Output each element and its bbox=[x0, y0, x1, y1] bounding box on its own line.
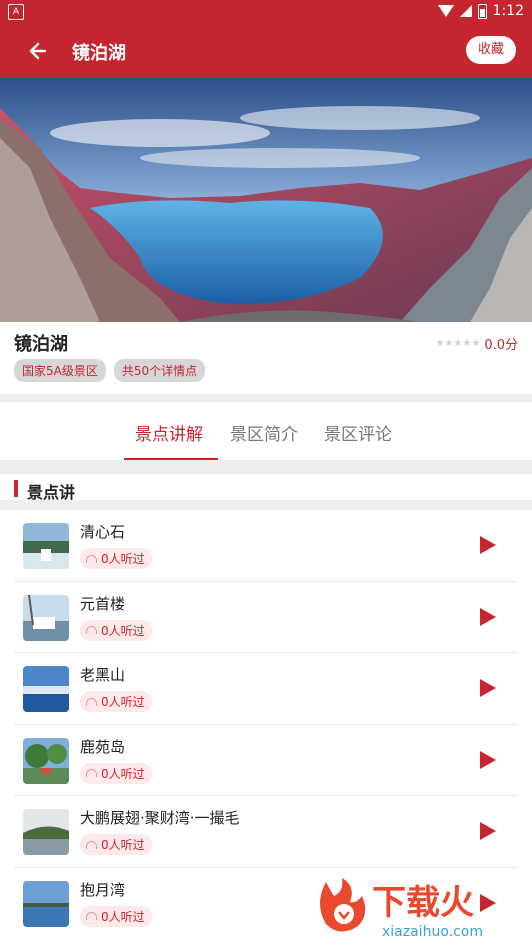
list-item[interactable]: 鹿苑岛 0人听过 bbox=[0, 725, 532, 796]
headphone-icon bbox=[86, 769, 97, 777]
status-icons: 1:12 bbox=[437, 3, 524, 19]
item-name: 清心石 bbox=[80, 523, 126, 541]
favorite-button[interactable]: 收藏 bbox=[466, 36, 516, 64]
list-item[interactable]: 清心石 0人听过 bbox=[0, 510, 532, 582]
spot-info: 镜泊湖 ★★★★★ 0.0分 国家5A级景区 共50个详情点 bbox=[0, 322, 532, 394]
listen-count-badge: 0人听过 bbox=[80, 619, 152, 641]
listen-count: 0人听过 bbox=[101, 695, 145, 709]
list-item[interactable]: 元首楼 0人听过 bbox=[0, 582, 532, 653]
play-icon[interactable] bbox=[480, 607, 496, 626]
rating-score: 0.0分 bbox=[484, 338, 518, 353]
tag-level: 国家5A级景区 bbox=[14, 359, 106, 382]
listen-count: 0人听过 bbox=[101, 909, 145, 924]
page-title: 镜泊湖 bbox=[72, 43, 126, 64]
status-time: 1:12 bbox=[492, 3, 524, 19]
play-icon[interactable] bbox=[480, 536, 496, 554]
listen-count-badge: 0人听过 bbox=[80, 691, 152, 712]
listen-count-badge: 0人听过 bbox=[80, 905, 152, 927]
thumbnail-image bbox=[23, 809, 69, 855]
headphone-icon bbox=[86, 697, 97, 706]
hero-image bbox=[0, 78, 532, 322]
rating: ★★★★★ 0.0分 bbox=[435, 334, 518, 353]
watermark-url: xiazaihuo.com bbox=[382, 924, 483, 940]
watermark-logo: 下载火 xiazaihuo.com bbox=[312, 874, 528, 942]
divider bbox=[0, 460, 532, 474]
listen-count: 0人听过 bbox=[101, 623, 145, 638]
status-bar: A 1:12 bbox=[0, 0, 532, 24]
thumbnail-image bbox=[23, 523, 69, 569]
tag-points: 共50个详情点 bbox=[113, 359, 206, 382]
headphone-icon bbox=[86, 626, 97, 634]
item-name: 元首楼 bbox=[80, 594, 126, 613]
battery-icon bbox=[477, 3, 487, 19]
tab-explanation[interactable]: 景点讲解 bbox=[135, 420, 203, 445]
listen-count-badge: 0人听过 bbox=[80, 762, 152, 784]
tag-list: 国家5A级景区 共50个详情点 bbox=[14, 359, 206, 382]
headphone-icon bbox=[86, 554, 97, 563]
play-icon[interactable] bbox=[480, 750, 496, 769]
list-item[interactable]: 大鹏展翅·聚财湾·一撮毛 0人听过 bbox=[0, 796, 532, 868]
headphone-icon bbox=[86, 840, 97, 849]
item-name: 大鹏展翅·聚财湾·一撮毛 bbox=[80, 809, 240, 827]
tab-comments[interactable]: 景区评论 bbox=[324, 420, 392, 445]
star-rating-icon: ★★★★★ bbox=[435, 338, 481, 349]
listen-count-badge: 0人听过 bbox=[80, 834, 152, 855]
back-arrow-icon[interactable] bbox=[24, 37, 52, 65]
tab-introduction[interactable]: 景区简介 bbox=[230, 420, 298, 445]
listen-count: 0人听过 bbox=[101, 552, 145, 566]
item-name: 鹿苑岛 bbox=[80, 737, 126, 756]
wifi-icon bbox=[437, 5, 454, 17]
item-name: 抱月湾 bbox=[80, 880, 126, 899]
headphone-icon bbox=[86, 912, 97, 920]
listen-count: 0人听过 bbox=[101, 838, 145, 852]
watermark-text: 下载火 bbox=[372, 883, 474, 923]
app-bar: 镜泊湖 收藏 bbox=[0, 24, 532, 78]
listen-count-badge: 0人听过 bbox=[80, 548, 152, 569]
thumbnail-image bbox=[23, 880, 69, 927]
list-item[interactable]: 老黑山 0人听过 bbox=[0, 653, 532, 725]
item-name: 老黑山 bbox=[80, 666, 126, 684]
play-icon[interactable] bbox=[480, 822, 496, 840]
thumbnail-image bbox=[23, 737, 69, 784]
thumbnail-image bbox=[23, 594, 69, 641]
divider bbox=[0, 394, 532, 402]
play-icon[interactable] bbox=[480, 679, 496, 697]
app-notification-icon: A bbox=[8, 4, 24, 20]
section-accent-bar bbox=[14, 480, 18, 497]
thumbnail-image bbox=[23, 666, 69, 712]
listen-count: 0人听过 bbox=[101, 766, 145, 781]
divider bbox=[0, 500, 532, 510]
signal-icon bbox=[459, 5, 472, 17]
tab-bar: 景点讲解 景区简介 景区评论 bbox=[0, 402, 532, 460]
spot-name: 镜泊湖 bbox=[14, 334, 68, 355]
